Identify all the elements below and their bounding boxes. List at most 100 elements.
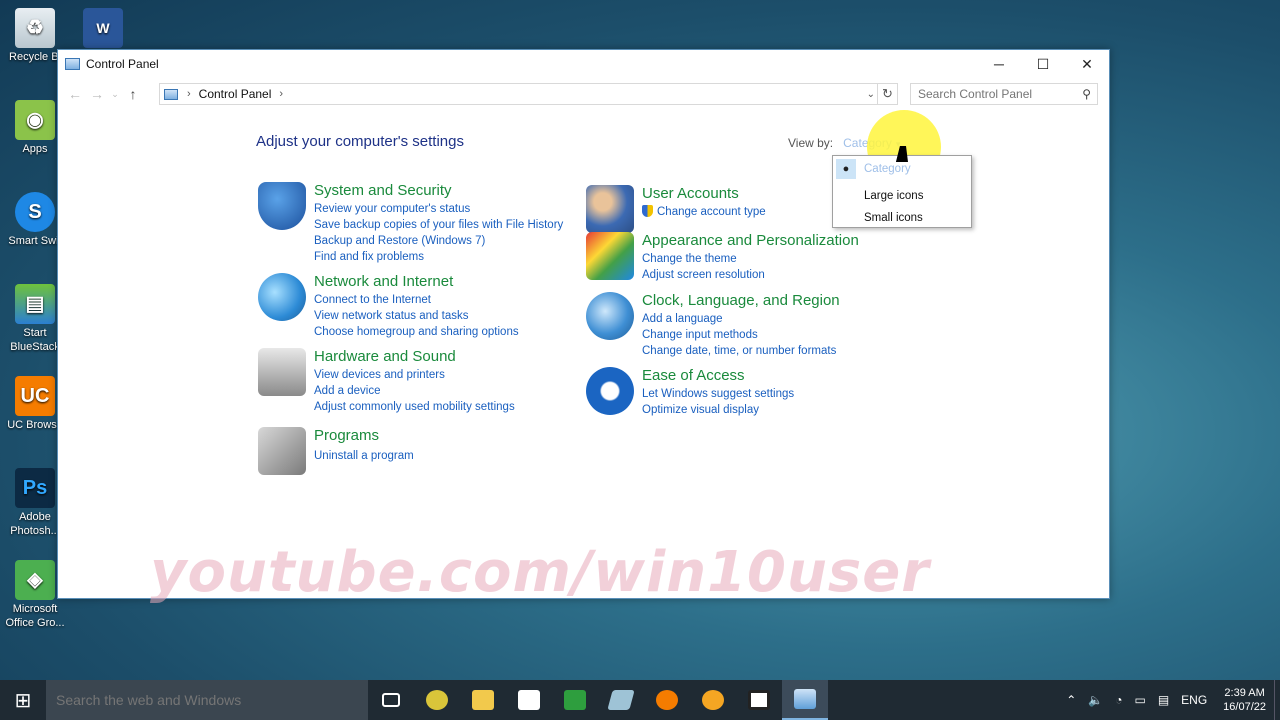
taskbar-search[interactable] xyxy=(46,680,368,720)
uc-browser-taskbar-icon[interactable] xyxy=(644,680,690,720)
category-link[interactable]: Adjust commonly used mobility settings xyxy=(314,399,515,415)
maximize-button[interactable]: ☐ xyxy=(1021,50,1065,78)
programs-box-icon[interactable] xyxy=(258,427,306,475)
desktop-icon-word[interactable]: W xyxy=(80,8,126,50)
desktop-icon-label: Microsoft Office Gro... xyxy=(5,603,65,629)
clock-time: 2:39 AM xyxy=(1224,687,1265,699)
search-box[interactable]: ⚲ xyxy=(910,83,1098,105)
volume-icon[interactable]: 🔈 xyxy=(1088,693,1103,707)
app-icon-3[interactable] xyxy=(690,680,736,720)
category-link[interactable]: Change date, time, or number formats xyxy=(642,343,840,359)
windows-start-icon[interactable]: ⊞ xyxy=(0,680,46,720)
clock[interactable]: 2:39 AM 16/07/22 xyxy=(1223,686,1266,714)
category-link[interactable]: Save backup copies of your files with Fi… xyxy=(314,217,563,233)
show-desktop-button[interactable] xyxy=(1274,680,1280,720)
display-colors-icon[interactable] xyxy=(586,232,634,280)
category-link[interactable]: Find and fix problems xyxy=(314,249,563,265)
bluestacks-icon: ▤ xyxy=(15,284,55,324)
android-icon: ◉ xyxy=(15,100,55,140)
category-title[interactable]: System and Security xyxy=(314,182,563,200)
network-globe-icon[interactable] xyxy=(258,273,306,321)
category-title[interactable]: User Accounts xyxy=(642,185,766,203)
desktop-icon-label: Recycle Bi xyxy=(9,51,61,63)
clock-globe-icon[interactable] xyxy=(586,292,634,340)
category-link[interactable]: Change account type xyxy=(642,204,766,220)
control-panel-taskbar-icon[interactable] xyxy=(782,680,828,720)
category-link[interactable]: Choose homegroup and sharing options xyxy=(314,324,519,340)
breadcrumb-chevron-icon[interactable]: › xyxy=(279,88,283,100)
language-indicator[interactable]: ENG xyxy=(1181,693,1207,707)
category-programs: Programs Uninstall a program xyxy=(258,427,414,475)
close-button[interactable]: ✕ xyxy=(1065,50,1109,78)
office-groove-icon: ◈ xyxy=(15,560,55,600)
recent-locations-icon[interactable]: ⌄ xyxy=(108,89,122,100)
view-option-label: Large icons xyxy=(864,190,924,202)
system-tray: ⌃ 🔈 ◔ ▭ ▤ ENG 2:39 AM 16/07/22 xyxy=(1060,680,1280,720)
category-link[interactable]: Add a language xyxy=(642,311,840,327)
task-view-icon[interactable] xyxy=(368,680,414,720)
category-title[interactable]: Appearance and Personalization xyxy=(642,232,859,250)
camtasia-icon[interactable] xyxy=(552,680,598,720)
navigation-bar: ← → ⌄ ↑ › Control Panel › ⌄ ↻ ⚲ xyxy=(58,78,1109,110)
app-icon-2[interactable] xyxy=(598,680,644,720)
control-panel-window: Control Panel ─ ☐ ✕ ← → ⌄ ↑ › Control Pa… xyxy=(57,49,1110,599)
category-title[interactable]: Programs xyxy=(314,427,414,445)
back-arrow-icon[interactable]: ← xyxy=(64,86,86,102)
category-link[interactable]: Let Windows suggest settings xyxy=(642,386,794,402)
app-icon-1[interactable] xyxy=(414,680,460,720)
category-link[interactable]: Change the theme xyxy=(642,251,859,267)
desktop-icon-label: UC Browse xyxy=(7,419,63,431)
category-link[interactable]: Adjust screen resolution xyxy=(642,267,859,283)
word-icon: W xyxy=(83,8,123,48)
shield-icon[interactable] xyxy=(258,182,306,230)
forward-arrow-icon[interactable]: → xyxy=(86,86,108,102)
desktop-icon-label: Smart Swit xyxy=(8,235,62,247)
page-title: Adjust your computer's settings xyxy=(256,133,464,150)
category-hardware-sound: Hardware and Sound View devices and prin… xyxy=(258,348,515,415)
message-icon[interactable]: ▤ xyxy=(1158,693,1169,707)
camtasia-recorder-icon[interactable] xyxy=(736,680,782,720)
category-title[interactable]: Hardware and Sound xyxy=(314,348,515,366)
category-link[interactable]: Optimize visual display xyxy=(642,402,794,418)
title-bar[interactable]: Control Panel ─ ☐ ✕ xyxy=(58,50,1109,78)
category-title[interactable]: Ease of Access xyxy=(642,367,794,385)
refresh-icon[interactable]: ↻ xyxy=(877,84,897,104)
category-link[interactable]: Uninstall a program xyxy=(314,448,414,464)
category-link-text[interactable]: Change account type xyxy=(657,206,766,218)
search-input[interactable] xyxy=(918,87,1078,101)
breadcrumb[interactable]: Control Panel xyxy=(199,87,272,101)
category-link[interactable]: Connect to the Internet xyxy=(314,292,519,308)
address-bar[interactable]: › Control Panel › ⌄ ↻ xyxy=(159,83,898,105)
view-option-large-icons[interactable]: Large icons xyxy=(833,185,971,207)
view-by-dropdown: ● Category Large icons Small icons xyxy=(832,155,972,228)
window-title: Control Panel xyxy=(86,57,159,71)
wifi-icon[interactable]: ◔ xyxy=(1115,693,1122,707)
category-ease-of-access: Ease of Access Let Windows suggest setti… xyxy=(586,367,794,418)
category-link[interactable]: Change input methods xyxy=(642,327,840,343)
search-icon[interactable]: ⚲ xyxy=(1082,87,1091,101)
taskbar-search-input[interactable] xyxy=(56,692,356,708)
category-title[interactable]: Clock, Language, and Region xyxy=(642,292,840,310)
smart-switch-icon: S xyxy=(15,192,55,232)
printer-icon[interactable] xyxy=(258,348,306,396)
category-link[interactable]: Backup and Restore (Windows 7) xyxy=(314,233,563,249)
users-icon[interactable] xyxy=(586,185,634,233)
view-by-label: View by: xyxy=(788,136,834,150)
category-title[interactable]: Network and Internet xyxy=(314,273,519,291)
recycle-bin-icon: ♻ xyxy=(15,8,55,48)
chevron-down-icon[interactable]: ⌄ xyxy=(867,89,875,100)
ease-of-access-icon[interactable] xyxy=(586,367,634,415)
category-link[interactable]: View network status and tasks xyxy=(314,308,519,324)
category-link[interactable]: View devices and printers xyxy=(314,367,515,383)
up-arrow-icon[interactable]: ↑ xyxy=(122,86,144,102)
file-explorer-icon[interactable] xyxy=(460,680,506,720)
store-icon[interactable] xyxy=(506,680,552,720)
category-link[interactable]: Add a device xyxy=(314,383,515,399)
minimize-button[interactable]: ─ xyxy=(977,50,1021,78)
category-link[interactable]: Review your computer's status xyxy=(314,201,563,217)
view-option-small-icons[interactable]: Small icons xyxy=(833,207,971,229)
desktop-icon-label: Apps xyxy=(22,143,48,155)
breadcrumb-chevron-icon[interactable]: › xyxy=(187,88,191,100)
battery-icon[interactable]: ▭ xyxy=(1134,693,1145,707)
chevron-up-icon[interactable]: ⌃ xyxy=(1066,693,1076,707)
